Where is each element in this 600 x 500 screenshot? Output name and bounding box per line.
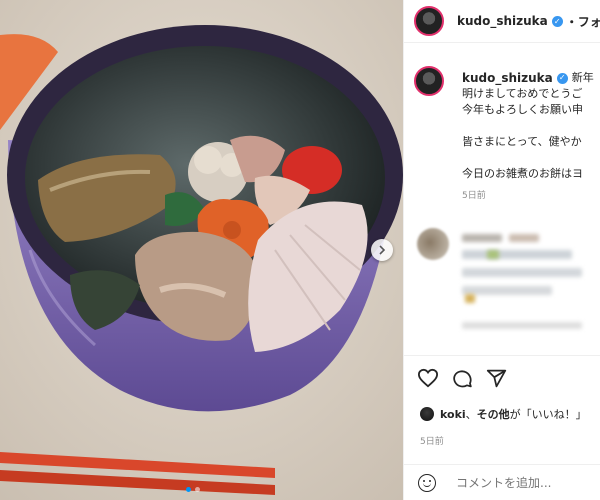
caption-line: 今日のお雑煮のお餅はヨ — [462, 167, 583, 180]
post-header: kudo_shizuka ✓ ・フォロ — [404, 0, 600, 43]
likes-others-link[interactable]: その他 — [477, 406, 510, 422]
post-timestamp: 5日前 — [420, 437, 444, 447]
likes-suffix: が「いいね！」 — [509, 408, 587, 421]
verified-badge-icon: ✓ — [556, 72, 568, 84]
caption-line: 皆さまにとって、健やか — [462, 135, 582, 148]
slide-dot — [195, 487, 200, 492]
caption-body: kudo_shizuka ✓ 新年 明けましておめでとうご 今年もよろしくお願い… — [462, 70, 600, 204]
ozoni-soup-photo — [0, 0, 403, 500]
comment-input[interactable] — [454, 475, 598, 491]
caption-tag: 新年 — [571, 71, 594, 84]
caption-avatar[interactable] — [414, 66, 444, 96]
commenter-avatar — [417, 228, 449, 260]
post-actions: koki 、 その他 が「いいね！」 5日前 — [404, 355, 600, 500]
liker-username[interactable]: koki — [440, 408, 466, 421]
caption-line: 今年もよろしくお願い申 — [462, 103, 583, 116]
chevron-right-icon — [379, 245, 386, 255]
comment-icon[interactable] — [452, 368, 473, 389]
follow-button[interactable]: ・フォロ — [566, 13, 600, 30]
avatar[interactable] — [414, 6, 444, 36]
next-slide-button[interactable] — [371, 239, 393, 261]
verified-badge-icon: ✓ — [551, 15, 563, 27]
slide-indicator — [186, 487, 200, 492]
caption-line: 明けましておめでとうご — [462, 87, 583, 100]
liker-avatar[interactable] — [420, 407, 434, 421]
likes-separator: 、 — [465, 408, 477, 421]
blurred-comment — [417, 228, 600, 338]
slide-dot-active — [186, 487, 191, 492]
post-photo[interactable] — [0, 0, 403, 500]
caption-username[interactable]: kudo_shizuka — [462, 70, 553, 86]
heart-icon[interactable] — [417, 368, 439, 388]
post-sidebar: kudo_shizuka ✓ ・フォロ kudo_shizuka ✓ 新年 明け… — [403, 0, 600, 500]
header-username[interactable]: kudo_shizuka — [457, 14, 548, 28]
comment-bar — [404, 464, 600, 500]
caption-timestamp: 5日前 — [462, 191, 486, 201]
share-icon[interactable] — [486, 368, 507, 389]
emoji-icon[interactable] — [418, 474, 436, 492]
likes-summary: koki 、 その他 が「いいね！」 — [420, 406, 587, 422]
